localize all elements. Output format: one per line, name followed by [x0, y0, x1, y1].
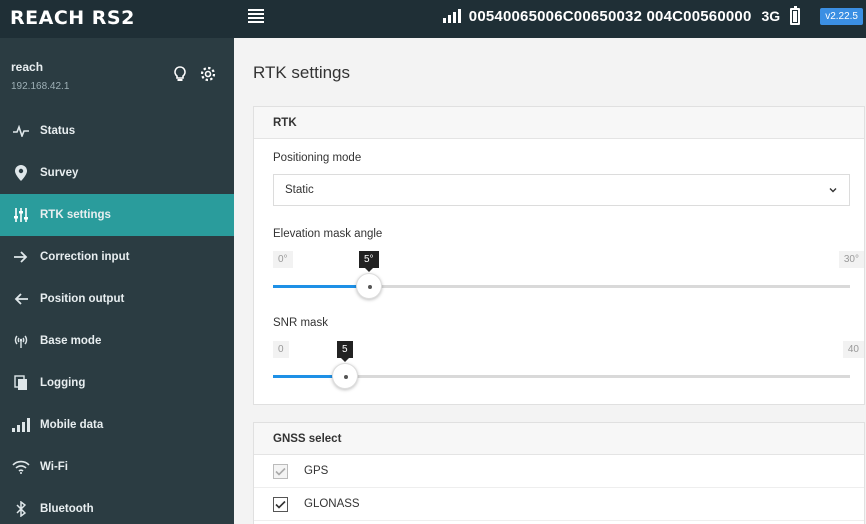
rtk-card-heading: RTK — [254, 107, 864, 139]
device-ip: 192.168.42.1 — [11, 81, 70, 92]
checkmark-icon — [275, 467, 286, 476]
glonass-label: GLONASS — [304, 498, 360, 510]
sidebar-item-correction-input[interactable]: Correction input — [0, 236, 234, 278]
version-badge: v2.22.5 — [820, 7, 863, 25]
sidebar-item-label: Mobile data — [40, 419, 104, 431]
page-title: RTK settings — [253, 63, 351, 82]
sidebar-item-label: Base mode — [40, 335, 102, 347]
arrow-right-icon — [12, 248, 30, 266]
sidebar-item-bluetooth[interactable]: Bluetooth — [0, 488, 234, 524]
elevation-slider-track[interactable] — [273, 273, 850, 299]
signal-strength-icon — [442, 9, 461, 23]
network-type: 3G — [761, 8, 781, 24]
rtk-card: RTK Positioning mode Static Elevation ma… — [253, 106, 865, 405]
checkmark-icon — [275, 500, 286, 509]
sidebar-item-label: Survey — [40, 167, 79, 179]
device-serial: 00540065006C00650032 004C00560000 — [468, 7, 752, 25]
main-content: RTK settings RTK Positioning mode Static… — [234, 38, 866, 524]
gps-checkbox[interactable] — [273, 463, 288, 479]
sidebar-item-label: Bluetooth — [40, 503, 94, 515]
positioning-mode-select[interactable]: Static — [273, 174, 850, 206]
elevation-min-label: 0° — [273, 251, 293, 268]
files-icon — [12, 374, 30, 392]
top-bar: REACH RS2 00540065006C00650032 004C00560… — [0, 0, 866, 38]
sidebar-item-wifi[interactable]: Wi-Fi — [0, 446, 234, 488]
positioning-mode-value: Static — [285, 184, 314, 196]
wifi-icon — [12, 458, 30, 476]
elevation-value-tooltip: 5° — [359, 251, 379, 272]
sidebar-item-survey[interactable]: Survey — [0, 152, 234, 194]
sidebar: reach 192.168.42.1 Status Survey RTK set… — [0, 38, 234, 524]
sidebar-item-label: RTK settings — [40, 209, 111, 221]
gnss-row-gps: GPS — [254, 455, 864, 488]
sidebar-item-label: Logging — [40, 377, 86, 389]
sidebar-item-label: Status — [40, 125, 76, 137]
elevation-mask-label: Elevation mask angle — [273, 228, 383, 240]
sidebar-item-logging[interactable]: Logging — [0, 362, 234, 404]
sidebar-item-status[interactable]: Status — [0, 110, 234, 152]
brand-logo: REACH RS2 — [10, 7, 135, 29]
elevation-slider-fill — [273, 285, 369, 288]
location-pin-icon — [12, 164, 30, 182]
gnss-card-heading: GNSS select — [254, 423, 864, 455]
sidebar-item-base-mode[interactable]: Base mode — [0, 320, 234, 362]
device-info: reach 192.168.42.1 — [11, 60, 69, 92]
arrow-left-icon — [12, 290, 30, 308]
sidebar-item-position-output[interactable]: Position output — [0, 278, 234, 320]
menu-icon[interactable] — [248, 9, 264, 25]
glonass-checkbox[interactable] — [273, 496, 288, 512]
gps-label: GPS — [304, 465, 329, 477]
gear-icon[interactable] — [200, 66, 216, 82]
signal-bars-icon — [12, 416, 30, 434]
sidebar-item-rtk-settings[interactable]: RTK settings — [0, 194, 234, 236]
snr-mask-label: SNR mask — [273, 317, 328, 329]
chevron-down-icon — [829, 185, 837, 193]
snr-min-label: 0 — [273, 341, 289, 358]
battery-icon — [790, 5, 801, 25]
lightbulb-icon[interactable] — [172, 66, 188, 82]
gnss-row-glonass: GLONASS — [254, 488, 864, 521]
snr-max-label: 40 — [842, 341, 864, 358]
gnss-card: GNSS select GPS GLONASS — [253, 422, 865, 524]
header-status: 00540065006C00650032 004C00560000 3G v2.… — [442, 0, 866, 32]
elevation-slider-thumb[interactable] — [356, 273, 382, 299]
bluetooth-icon — [12, 500, 30, 518]
snr-value-tooltip: 5 — [337, 341, 353, 362]
device-name: reach — [11, 60, 44, 74]
sidebar-item-label: Position output — [40, 293, 125, 305]
sliders-icon — [12, 206, 30, 224]
elevation-max-label: 30° — [838, 251, 864, 268]
snr-slider-track[interactable] — [273, 363, 850, 389]
sidebar-nav: Status Survey RTK settings Correction in… — [0, 110, 234, 524]
sidebar-item-label: Correction input — [40, 251, 130, 263]
snr-slider-thumb[interactable] — [332, 363, 358, 389]
activity-icon — [12, 122, 30, 140]
positioning-mode-label: Positioning mode — [273, 152, 362, 164]
sidebar-item-label: Wi-Fi — [40, 461, 68, 473]
sidebar-item-mobile-data[interactable]: Mobile data — [0, 404, 234, 446]
antenna-icon — [12, 332, 30, 350]
